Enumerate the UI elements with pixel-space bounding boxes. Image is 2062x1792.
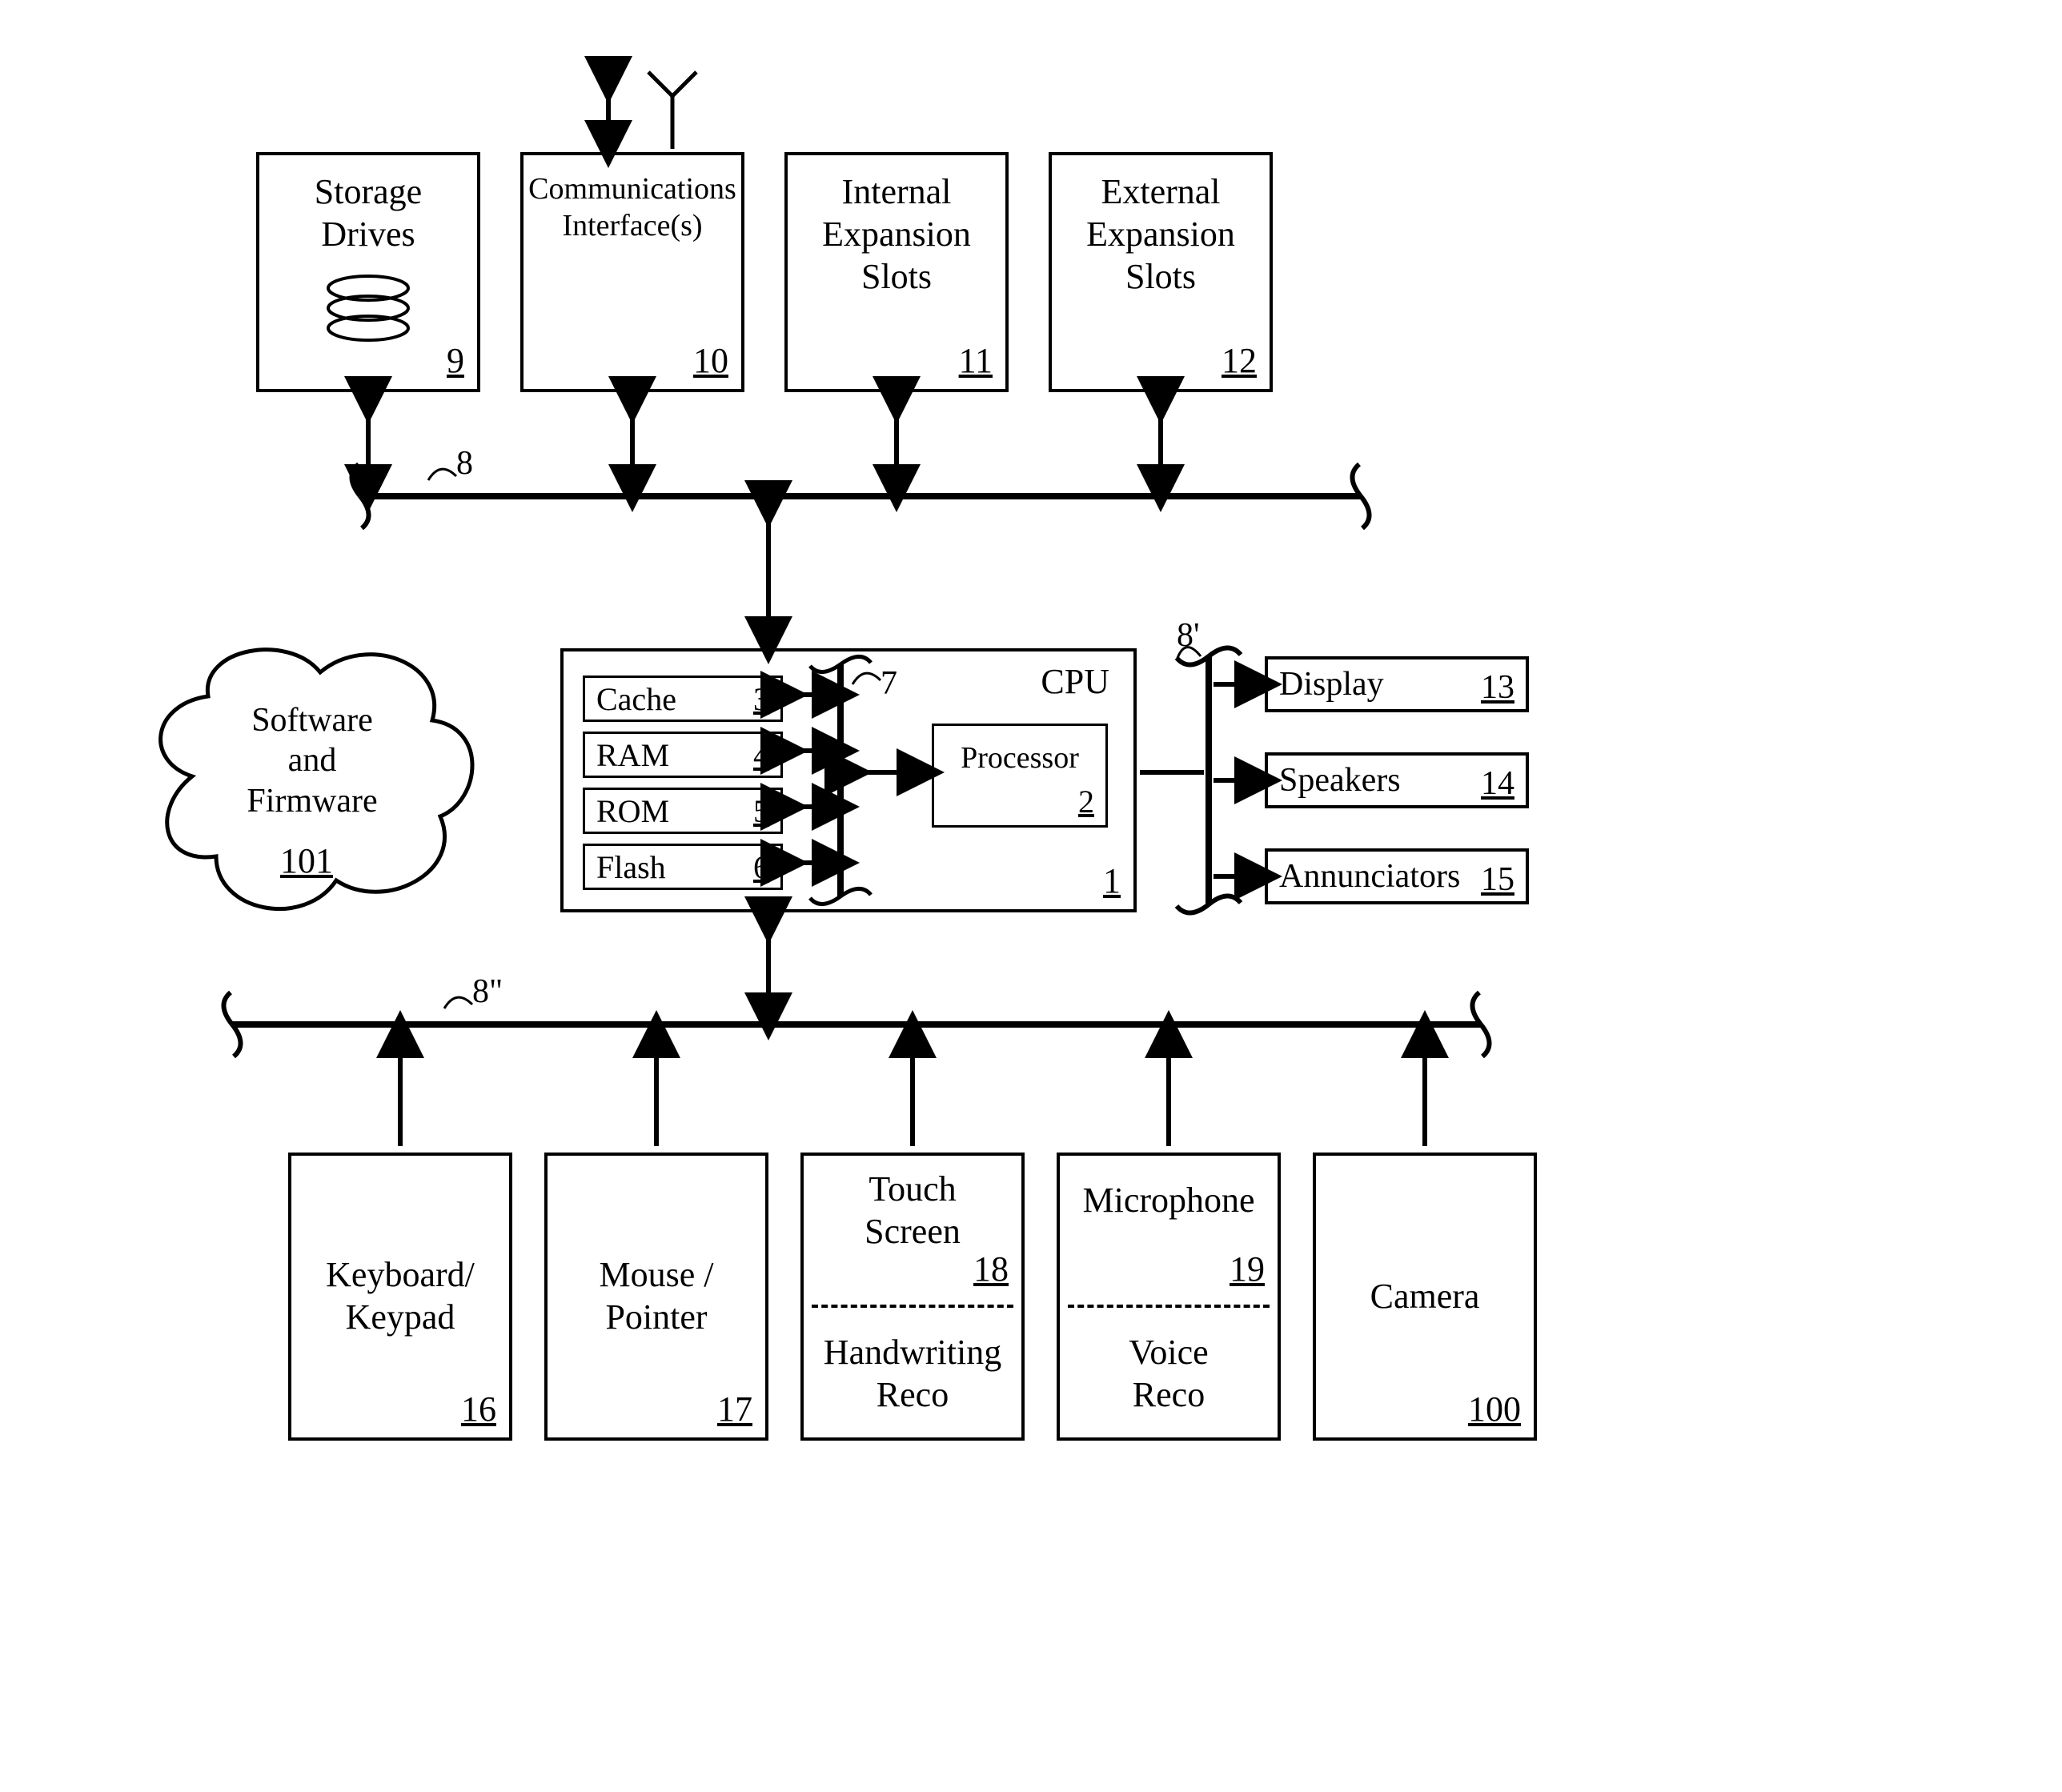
storage-drives-label: Storage Drives	[315, 171, 422, 256]
voice-reco-label: Voice Reco	[1060, 1332, 1278, 1417]
rom-ref: 5	[753, 790, 769, 833]
rom-box: ROM 5	[583, 788, 783, 834]
keyboard-box: Keyboard/ Keypad 16	[288, 1153, 512, 1441]
external-expansion-ref: 12	[1222, 340, 1257, 381]
internal-expansion-ref: 11	[959, 340, 993, 381]
bus-8prime-label: 8'	[1177, 616, 1200, 655]
processor-ref: 2	[1078, 783, 1094, 820]
annunciators-ref: 15	[1481, 855, 1514, 904]
keyboard-ref: 16	[461, 1389, 496, 1429]
microphone-label: Microphone	[1082, 1180, 1254, 1222]
bus-8dblprime-label: 8"	[472, 972, 503, 1011]
microphone-divider	[1068, 1305, 1270, 1308]
camera-ref: 100	[1468, 1389, 1521, 1429]
cache-box: Cache 3	[583, 676, 783, 722]
mouse-label: Mouse / Pointer	[600, 1254, 714, 1339]
mouse-ref: 17	[717, 1389, 752, 1429]
microphone-box: Microphone 19 Voice Reco	[1057, 1153, 1281, 1441]
external-expansion-label: External Expansion Slots	[1086, 171, 1235, 298]
bus-8-label: 8	[456, 444, 473, 483]
handwriting-reco-label: Handwriting Reco	[804, 1332, 1021, 1417]
software-firmware-ref: 101	[280, 840, 333, 881]
bus-7-label: 7	[881, 664, 897, 703]
ram-box: RAM 4	[583, 732, 783, 778]
touchscreen-divider	[812, 1305, 1013, 1308]
speakers-box: Speakers 14	[1265, 752, 1529, 808]
camera-label: Camera	[1370, 1276, 1480, 1318]
display-ref: 13	[1481, 663, 1514, 712]
mouse-box: Mouse / Pointer 17	[544, 1153, 768, 1441]
external-expansion-box: External Expansion Slots 12	[1049, 152, 1273, 392]
microphone-ref: 19	[1230, 1249, 1265, 1289]
keyboard-label: Keyboard/ Keypad	[326, 1254, 475, 1339]
touchscreen-box: Touch Screen 18 Handwriting Reco	[800, 1153, 1025, 1441]
storage-drives-ref: 9	[447, 340, 464, 381]
processor-label: Processor	[961, 740, 1079, 776]
disk-stack-icon	[320, 272, 416, 352]
internal-expansion-label: Internal Expansion Slots	[822, 171, 971, 298]
annunciators-box: Annunciators 15	[1265, 848, 1529, 904]
speakers-ref: 14	[1481, 759, 1514, 808]
flash-ref: 6	[753, 846, 769, 889]
cpu-ref: 1	[1103, 860, 1121, 901]
communications-box: Communications Interface(s) 10	[520, 152, 744, 392]
flash-box: Flash 6	[583, 844, 783, 890]
software-firmware-label: Software and Firmware	[224, 700, 400, 821]
cpu-box: CPU 1 Cache 3 RAM 4 ROM 5 Flash 6 Proces…	[560, 648, 1137, 912]
ram-ref: 4	[753, 734, 769, 777]
cache-ref: 3	[753, 678, 769, 721]
cpu-label: CPU	[1041, 661, 1109, 702]
touchscreen-ref: 18	[973, 1249, 1009, 1289]
communications-ref: 10	[693, 340, 728, 381]
camera-box: Camera 100	[1313, 1153, 1537, 1441]
internal-expansion-box: Internal Expansion Slots 11	[784, 152, 1009, 392]
processor-box: Processor 2	[932, 724, 1108, 828]
touchscreen-label: Touch Screen	[865, 1169, 961, 1253]
display-box: Display 13	[1265, 656, 1529, 712]
communications-label: Communications Interface(s)	[528, 171, 736, 244]
storage-drives-box: Storage Drives 9	[256, 152, 480, 392]
